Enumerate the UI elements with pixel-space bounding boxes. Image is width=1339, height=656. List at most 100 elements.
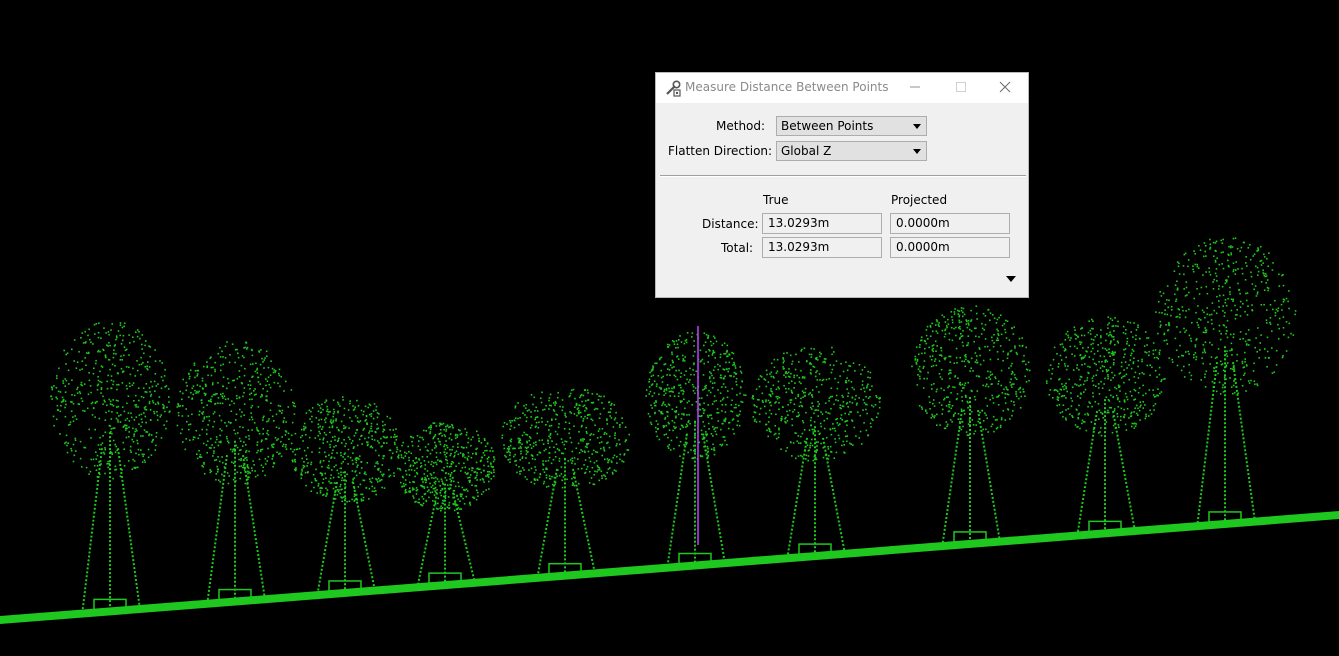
- canopy-point: [1094, 335, 1097, 338]
- canopy-point: [985, 428, 987, 431]
- canopy-point: [596, 408, 599, 410]
- canopy-point: [845, 361, 847, 363]
- canopy-point: [1009, 381, 1011, 384]
- canopy-point: [1272, 308, 1274, 311]
- canopy-point: [131, 438, 133, 441]
- canopy-point: [426, 486, 429, 489]
- canopy-point: [1273, 371, 1275, 373]
- canopy-point: [109, 403, 112, 405]
- canopy-point: [132, 336, 134, 338]
- canopy-point: [333, 411, 336, 413]
- canopy-point: [113, 345, 116, 347]
- canopy-point: [809, 442, 812, 444]
- canopy-point: [1013, 401, 1015, 403]
- canopy-point: [962, 311, 964, 314]
- canopy-point: [559, 405, 561, 408]
- canopy-point: [1081, 327, 1084, 329]
- canopy-point: [1140, 404, 1142, 407]
- canopy-point: [1233, 391, 1236, 394]
- canopy-point: [246, 464, 249, 466]
- canopy-point: [836, 387, 839, 390]
- canopy-point: [1227, 275, 1230, 278]
- canopy-point: [1082, 421, 1085, 423]
- canopy-point: [589, 439, 591, 441]
- canopy-point: [955, 334, 957, 337]
- canopy-point: [609, 411, 611, 413]
- canopy-point: [140, 356, 142, 359]
- canopy-point: [554, 404, 556, 406]
- canopy-point: [518, 424, 520, 426]
- canopy-point: [202, 465, 205, 468]
- canopy-point: [1241, 267, 1243, 270]
- canopy-point: [377, 469, 380, 471]
- canopy-point: [309, 418, 311, 420]
- canopy-point: [450, 465, 452, 468]
- canopy-point: [112, 380, 115, 383]
- canopy-point: [254, 388, 256, 390]
- canopy-point: [51, 388, 54, 391]
- canopy-point: [831, 427, 834, 430]
- canopy-point: [431, 449, 434, 451]
- canopy-point: [118, 415, 120, 417]
- canopy-point: [80, 397, 83, 400]
- canopy-point: [366, 444, 369, 447]
- canopy-point: [1231, 368, 1234, 370]
- canopy-point: [200, 399, 203, 402]
- canopy-point: [1100, 329, 1102, 331]
- canopy-point: [140, 425, 142, 428]
- canopy-point: [821, 413, 824, 415]
- canopy-point: [128, 426, 130, 429]
- canopy-point: [433, 494, 436, 496]
- canopy-point: [331, 469, 333, 471]
- canopy-point: [501, 434, 504, 437]
- canopy-point: [980, 333, 983, 335]
- canopy-point: [265, 384, 267, 387]
- canopy-point: [448, 437, 451, 440]
- canopy-point: [1203, 311, 1205, 314]
- canopy-point: [1202, 351, 1204, 354]
- canopy-point: [972, 370, 974, 372]
- canopy-point: [800, 454, 802, 457]
- canopy-point: [57, 409, 59, 411]
- canopy-point: [262, 387, 264, 390]
- canopy-point: [360, 409, 363, 412]
- canopy-point: [332, 399, 335, 401]
- canopy-point: [256, 474, 259, 477]
- canopy-point: [1105, 421, 1108, 423]
- canopy-point: [1218, 324, 1221, 327]
- canopy-point: [51, 398, 53, 400]
- canopy-point: [149, 409, 152, 411]
- canopy-point: [1133, 357, 1135, 359]
- canopy-point: [1131, 348, 1134, 351]
- canopy-point: [781, 415, 783, 418]
- canopy-point: [994, 377, 997, 380]
- canopy-point: [423, 429, 425, 432]
- canopy-point: [213, 450, 215, 452]
- canopy-point: [1100, 411, 1102, 414]
- canopy-point: [715, 340, 718, 343]
- canopy-point: [978, 347, 981, 349]
- canopy-point: [1253, 288, 1255, 291]
- canopy-point: [462, 497, 464, 500]
- canopy-point: [405, 483, 407, 486]
- canopy-point: [1117, 424, 1120, 426]
- canopy-point: [248, 435, 250, 437]
- canopy-point: [717, 411, 720, 414]
- canopy-point: [850, 381, 853, 383]
- canopy-point: [241, 382, 243, 385]
- canopy-point: [926, 325, 929, 328]
- canopy-point: [404, 451, 406, 454]
- canopy-point: [927, 371, 929, 374]
- canopy-point: [663, 394, 665, 397]
- canopy-point: [1026, 369, 1029, 371]
- canopy-point: [581, 438, 584, 440]
- canopy-point: [257, 406, 260, 408]
- canopy-point: [698, 415, 701, 417]
- canopy-point: [260, 349, 262, 351]
- canopy-point: [1083, 391, 1085, 393]
- canopy-point: [100, 337, 102, 339]
- canopy-point: [963, 360, 966, 363]
- canopy-point: [1226, 362, 1229, 364]
- canopy-point: [786, 410, 788, 413]
- canopy-point: [648, 381, 650, 383]
